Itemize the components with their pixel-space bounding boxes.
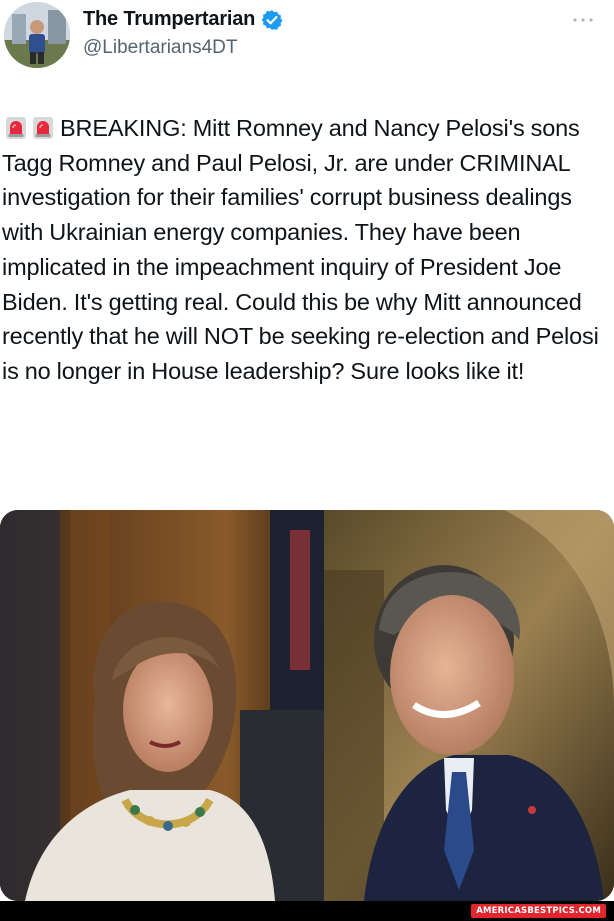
author-handle[interactable]: @Libertarians4DT bbox=[83, 37, 237, 59]
more-options-icon[interactable] bbox=[572, 16, 594, 24]
verified-badge-icon bbox=[261, 9, 283, 30]
display-name[interactable]: The Trumpertarian bbox=[83, 8, 255, 31]
tweet-media[interactable] bbox=[0, 510, 614, 901]
tweet-text: BREAKING: Mitt Romney and Nancy Pelosi's… bbox=[2, 111, 608, 389]
police-light-icon bbox=[6, 117, 26, 139]
watermark-badge: AMERICASBESTPICS.COM bbox=[471, 904, 606, 918]
author-name-row[interactable]: The Trumpertarian bbox=[83, 8, 283, 31]
man-smiling-photo[interactable] bbox=[324, 510, 614, 901]
woman-speaking-photo[interactable] bbox=[0, 510, 324, 901]
tweet-body-text: BREAKING: Mitt Romney and Nancy Pelosi's… bbox=[2, 115, 599, 384]
watermark-bar: AMERICASBESTPICS.COM bbox=[0, 901, 614, 921]
police-light-icon bbox=[33, 117, 53, 139]
tweet-card: The Trumpertarian @Libertarians4DT BREAK… bbox=[0, 0, 614, 921]
avatar[interactable] bbox=[4, 2, 70, 68]
avatar-photo-icon bbox=[4, 2, 70, 68]
